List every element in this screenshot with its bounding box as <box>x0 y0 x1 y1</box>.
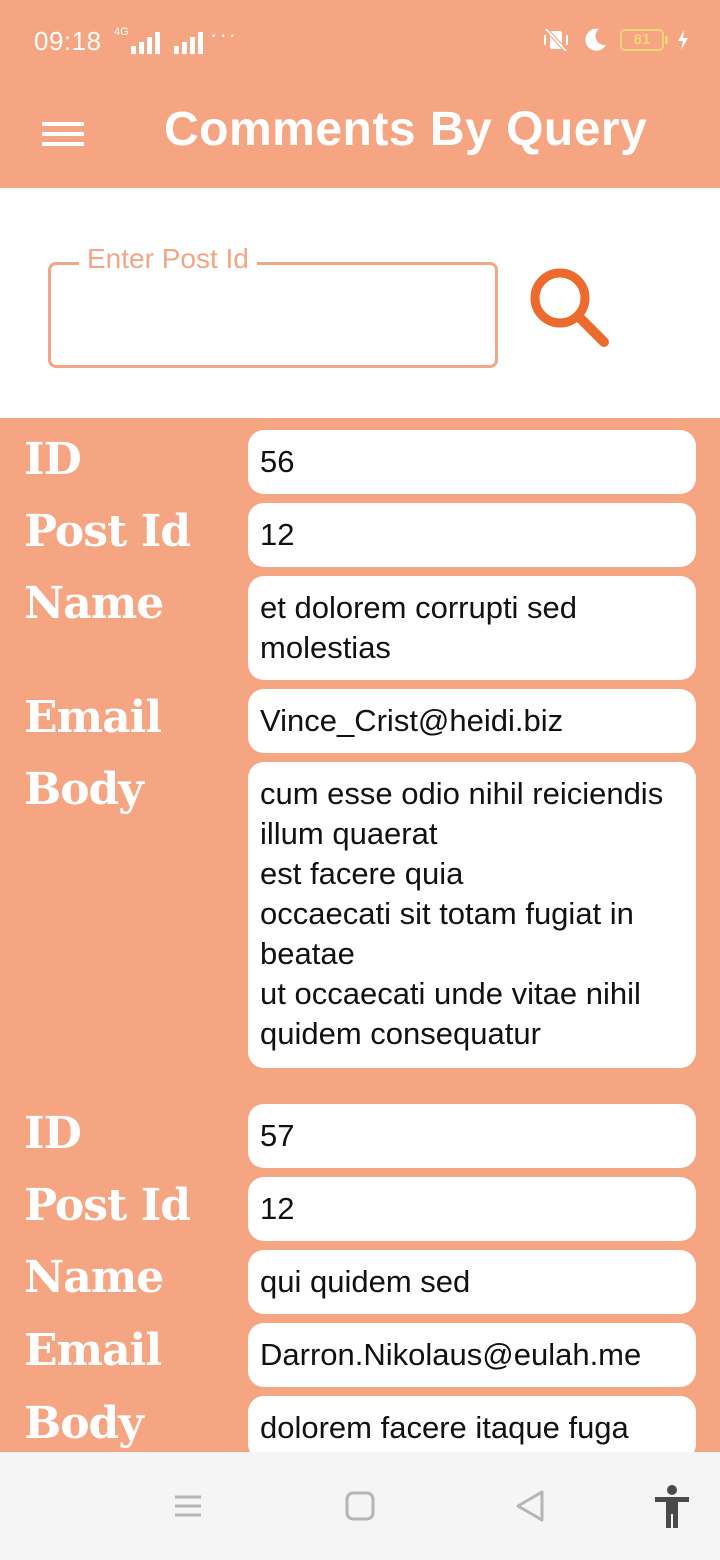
moon-icon <box>585 28 606 51</box>
body-value: cum esse odio nihil reiciendis illum qua… <box>248 762 696 1068</box>
charging-icon <box>678 30 688 50</box>
id-value: 57 <box>248 1104 696 1168</box>
vibrate-off-icon <box>544 27 568 53</box>
name-value: qui quidem sed <box>248 1250 696 1314</box>
post-id-label: Post Id <box>24 1180 191 1231</box>
app-bar: Comments By Query <box>0 84 720 188</box>
status-time: 09:18 <box>34 26 102 56</box>
overflow-dots: ··· <box>210 22 238 47</box>
body-label: Body <box>24 764 144 815</box>
battery-icon: 81 <box>620 29 668 51</box>
post-id-field[interactable]: Enter Post Id <box>48 243 498 368</box>
accessibility-icon[interactable] <box>652 1484 692 1530</box>
name-label: Name <box>24 578 164 629</box>
page-title: Comments By Query <box>164 103 648 156</box>
email-value: Darron.Nikolaus@eulah.me <box>248 1323 696 1387</box>
id-label: ID <box>24 434 82 485</box>
email-label: Email <box>24 1325 162 1376</box>
id-label: ID <box>24 1108 82 1159</box>
email-label: Email <box>24 692 162 743</box>
network-type: 4G <box>114 26 129 38</box>
post-id-input[interactable] <box>73 295 473 345</box>
comments-list[interactable]: ID 56 Post Id 12 Name et dolorem corrupt… <box>0 418 720 1452</box>
recents-icon[interactable] <box>172 1490 204 1522</box>
post-id-label: Enter Post Id <box>79 243 257 275</box>
name-label: Name <box>24 1252 164 1303</box>
id-value: 56 <box>248 430 696 494</box>
body-value: dolorem facere itaque fuga <box>248 1396 696 1452</box>
signal-icon: 4G <box>114 22 203 54</box>
status-bar: 09:18 4G ··· 81 <box>0 0 720 84</box>
email-value: Vince_Crist@heidi.biz <box>248 689 696 753</box>
name-value: et dolorem corrupti sed molestias <box>248 576 696 680</box>
battery-level: 81 <box>633 31 651 48</box>
search-area: Enter Post Id <box>0 188 720 418</box>
post-id-value: 12 <box>248 503 696 567</box>
menu-icon[interactable] <box>40 114 86 154</box>
search-icon[interactable] <box>524 264 620 354</box>
post-id-label: Post Id <box>24 506 191 557</box>
navigation-bar <box>0 1452 720 1560</box>
back-icon[interactable] <box>514 1488 546 1524</box>
body-label: Body <box>24 1398 144 1449</box>
home-icon[interactable] <box>344 1490 376 1522</box>
post-id-value: 12 <box>248 1177 696 1241</box>
